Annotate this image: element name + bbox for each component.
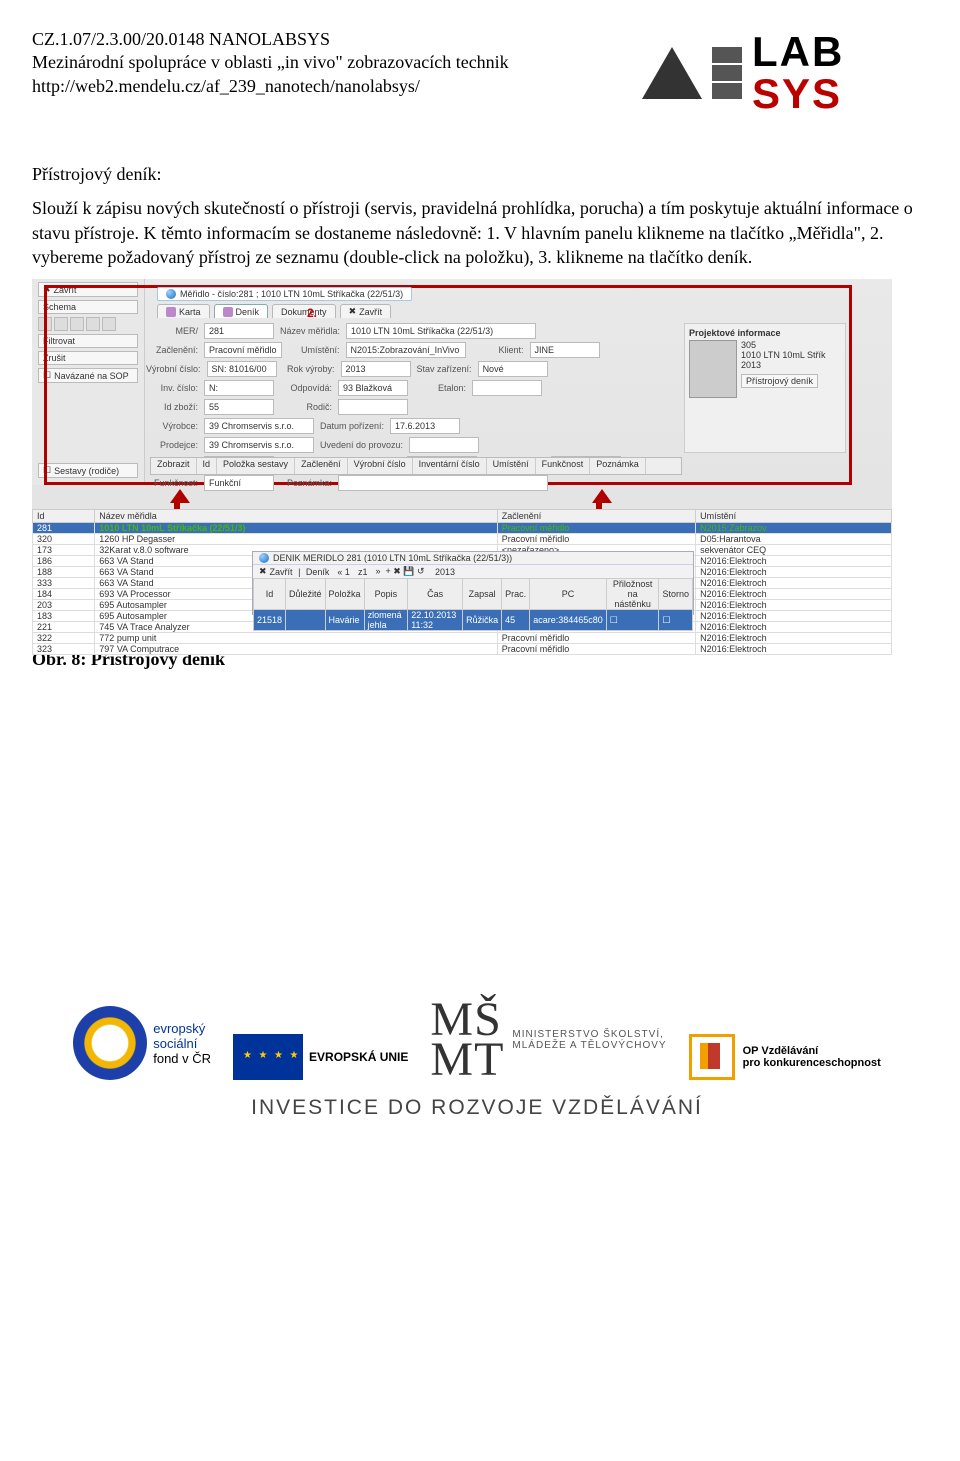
body-text: Přístrojový deník: Slouží k zápisu novýc… (32, 162, 922, 269)
column-header[interactable]: Inventární číslo (413, 458, 487, 474)
logo-text-black: LAB (752, 28, 844, 75)
stav-field[interactable]: Nové (478, 361, 548, 377)
info-icon (166, 289, 176, 299)
project-url: http://web2.mendelu.cz/af_239_nanotech/n… (32, 75, 509, 98)
column-header[interactable]: Id (197, 458, 218, 474)
card-icon (166, 307, 176, 317)
msmt-glyph-icon: MŠMT (430, 1000, 504, 1080)
inv-field[interactable]: N: (204, 380, 274, 396)
table-row[interactable]: 322772 pump unitPracovní měřidloN2016:El… (33, 633, 892, 644)
porizeni-field[interactable]: 17.6.2013 (390, 418, 460, 434)
list-column-header[interactable]: Název měřidla (95, 510, 497, 523)
op-square-icon (689, 1034, 735, 1080)
mer-label: MER/ (146, 326, 198, 336)
logo-cube-icon (642, 47, 702, 99)
marker-2: 2. (307, 306, 317, 320)
name-label: Název měřidla: (280, 326, 340, 336)
zacleneni-field[interactable]: Pracovní měřidlo (204, 342, 282, 358)
prodejce-field[interactable]: 39 Chromservis s.r.o. (204, 437, 314, 453)
eu-flag-icon (233, 1034, 303, 1080)
close-icon: ✖ (349, 306, 357, 317)
rodic-field[interactable] (338, 399, 408, 415)
diary-icon (223, 307, 233, 317)
project-code: CZ.1.07/2.3.00/20.0148 NANOLABSYS (32, 28, 509, 51)
msmt-logo: MŠMT MINISTERSTVO ŠKOLSTVÍ, MLÁDEŽE A TĚ… (430, 1000, 666, 1080)
tab-dokumenty[interactable]: Dokumenty (272, 304, 336, 318)
window-title-text: Měřidlo - číslo:281 ; 1010 LTN 10mL Stří… (180, 289, 403, 299)
section-title: Přístrojový deník: (32, 162, 922, 186)
idzbozi-field[interactable]: 55 (204, 399, 274, 415)
klient-field[interactable]: JINE (530, 342, 600, 358)
close-icon: ✖ (259, 566, 267, 577)
list-column-header[interactable]: Umístění (696, 510, 892, 523)
paragraph: Slouží k zápisu nových skutečností o pří… (32, 196, 922, 269)
diary-column-header[interactable]: Id (254, 579, 286, 610)
table-row[interactable]: 2811010 LTN 10mL Stříkačka (22/51/3)Prac… (33, 523, 892, 534)
diary-column-header[interactable]: Důležité (286, 579, 326, 610)
diary-column-header[interactable]: PC (530, 579, 607, 610)
diary-column-header[interactable]: Prac. (502, 579, 530, 610)
column-header[interactable]: Poznámka (590, 458, 646, 474)
column-header[interactable]: Zobrazit (151, 458, 197, 474)
vyrobce-field[interactable]: 39 Chromservis s.r.o. (204, 418, 314, 434)
window-titlebar: Měřidlo - číslo:281 ; 1010 LTN 10mL Stří… (157, 287, 412, 301)
header-left: CZ.1.07/2.3.00/20.0148 NANOLABSYS Meziná… (32, 28, 509, 98)
table-row[interactable]: 323797 VA ComputracePracovní měřidloN201… (33, 644, 892, 655)
mid-column-headers: ZobrazitIdPoložka sestavyZačleněníVýrobn… (150, 457, 682, 475)
provoz-field[interactable] (409, 437, 479, 453)
thumb-image (689, 340, 737, 398)
column-header[interactable]: Funkčnost (536, 458, 591, 474)
device-diary-button[interactable]: Přístrojový deník (741, 374, 818, 388)
logo-text-red: SYS (752, 70, 842, 117)
esf-logo: evropský sociální fond v ČR (73, 1006, 211, 1080)
logo-bars-icon (712, 47, 742, 99)
etalon-field[interactable] (472, 380, 542, 396)
invest-tagline: INVESTICE DO ROZVOJE VZDĚLÁVÁNÍ (32, 1096, 922, 1120)
diary-subwindow: DENIK MERIDLO 281 (1010 LTN 10mL Stříkač… (252, 551, 694, 615)
tab-zavrit[interactable]: ✖Zavřít (340, 304, 392, 318)
column-header[interactable]: Výrobní číslo (348, 458, 413, 474)
tab-row: Karta Deník Dokumenty ✖Zavřít (157, 304, 391, 318)
esf-circle-icon (73, 1006, 147, 1080)
diary-column-header[interactable]: Čas (408, 579, 463, 610)
umisteni-field[interactable]: N2015:Zobrazování_InVivo (346, 342, 466, 358)
odpovida-field[interactable]: 93 Blažková (338, 380, 408, 396)
diary-column-header[interactable]: Přiložnost na nástěnku (606, 579, 659, 610)
project-info-panel: Projektové informace 305 1010 LTN 10mL S… (684, 323, 846, 453)
funkcnost-field[interactable]: Funkční (204, 475, 274, 491)
project-subtitle: Mezinárodní spolupráce v oblasti „in viv… (32, 51, 509, 74)
subwindow-toolbar[interactable]: ✖ Zavřít | Deník « 1 z1 » + ✖ 💾 ↺ 2013 (253, 565, 693, 578)
diary-column-header[interactable]: Popis (364, 579, 408, 610)
column-header[interactable]: Položka sestavy (217, 458, 295, 474)
tab-karta[interactable]: Karta (157, 304, 210, 318)
sideinfo-title: Projektové informace (689, 328, 841, 338)
sponsor-footer: evropský sociální fond v ČR EVROPSKÁ UNI… (32, 1000, 922, 1080)
list-column-header[interactable]: Začlenění (497, 510, 695, 523)
info-icon (259, 553, 269, 563)
diary-column-header[interactable]: Zapsal (463, 579, 502, 610)
tab-denik[interactable]: Deník (214, 304, 269, 318)
name-field[interactable]: 1010 LTN 10mL Stříkačka (22/51/3) (346, 323, 536, 339)
form-area: MER/ 281 Název měřidla: 1010 LTN 10mL St… (146, 323, 684, 473)
column-header[interactable]: Začlenění (295, 458, 348, 474)
diary-column-header[interactable]: Storno (659, 579, 693, 610)
column-header[interactable]: Umístění (487, 458, 536, 474)
poznamka-field[interactable] (338, 475, 548, 491)
diary-column-header[interactable]: Položka (325, 579, 364, 610)
page-header: CZ.1.07/2.3.00/20.0148 NANOLABSYS Meziná… (32, 28, 922, 118)
eu-logo: EVROPSKÁ UNIE (233, 1034, 408, 1080)
vyrobni-field[interactable]: SN: 81016/00 (207, 361, 277, 377)
logo: LAB SYS (642, 28, 922, 118)
subwindow-titlebar: DENIK MERIDLO 281 (1010 LTN 10mL Stříkač… (253, 552, 693, 565)
list-column-header[interactable]: Id (33, 510, 95, 523)
op-logo: OP Vzdělávání pro konkurenceschopnost (689, 1034, 881, 1080)
logo-text: LAB SYS (752, 31, 844, 115)
mer-id-field[interactable]: 281 (204, 323, 274, 339)
arrow-2-icon (592, 489, 612, 503)
table-row[interactable]: 3201260 HP DegasserPracovní měřidloD05:H… (33, 534, 892, 545)
rok-field[interactable]: 2013 (341, 361, 411, 377)
diary-grid[interactable]: IdDůležitéPoložkaPopisČasZapsalPrac.PCPř… (253, 578, 693, 631)
app-screenshot: ✖Zavřít Schema Filtrovat Zrušit ☐Navázan… (32, 279, 892, 619)
arrow-1-icon (170, 489, 190, 503)
